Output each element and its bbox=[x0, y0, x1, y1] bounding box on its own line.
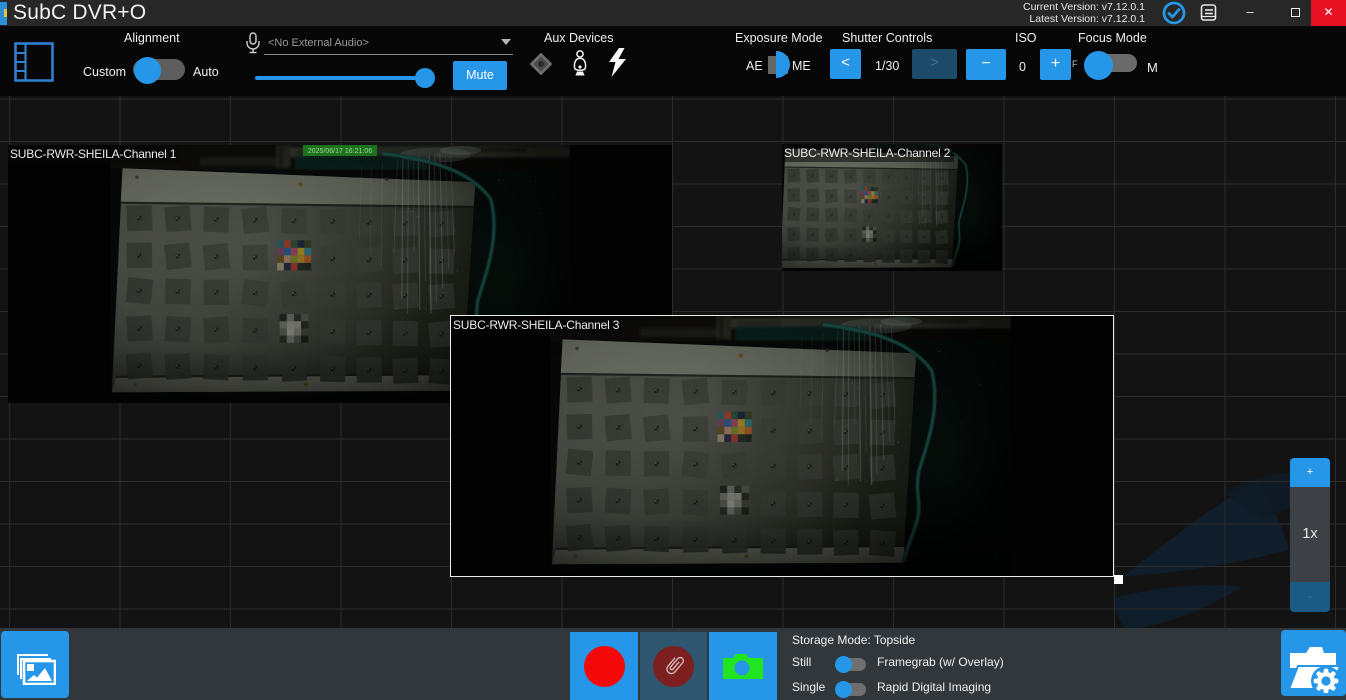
svg-text:2025/06/17 16:21:06: 2025/06/17 16:21:06 bbox=[308, 148, 372, 155]
